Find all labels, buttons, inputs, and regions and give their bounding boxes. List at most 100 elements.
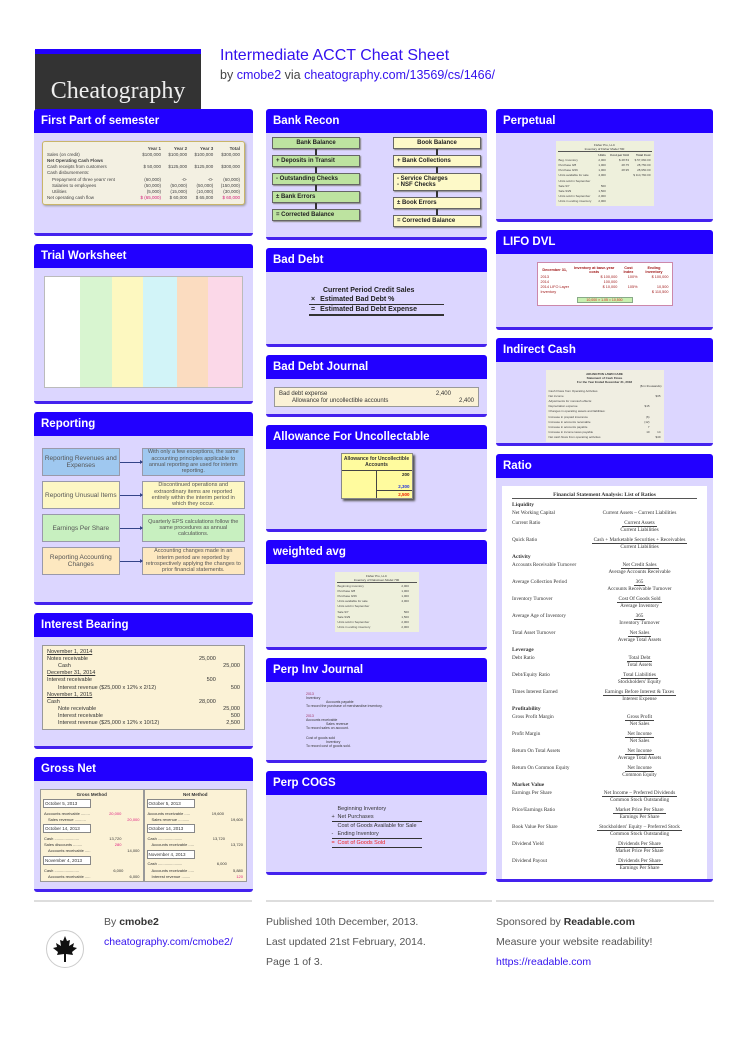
ratio-formula: Net Sales Average Total Assets bbox=[582, 630, 697, 643]
journal-credit bbox=[217, 670, 241, 677]
t-account-credit: 2,500 bbox=[376, 490, 412, 498]
ratio-denominator: Inventory Turnover bbox=[619, 620, 660, 626]
author-avatar[interactable] bbox=[46, 930, 84, 968]
cogs-term: Cost of Goods Sold bbox=[337, 840, 386, 846]
ratio-name: Debt/Equity Ratio bbox=[512, 672, 550, 678]
ratio-denominator: Current Liabilities bbox=[620, 527, 659, 533]
table-cell: $ 114,760.00 bbox=[633, 173, 651, 178]
journal-cell: 2,400 bbox=[435, 390, 451, 397]
journal-row: Interest revenue ($25,000 x 12% x 10/12)… bbox=[46, 720, 241, 727]
recon-box: ± Book Errors bbox=[393, 197, 481, 209]
panel-title: LIFO DVL bbox=[496, 230, 713, 254]
table-cell: 4,000 bbox=[598, 173, 606, 178]
journal-account: November 1, 2014 bbox=[47, 648, 93, 655]
ratio-item: Debt Ratio Total Debt Total Assets bbox=[512, 655, 697, 668]
column-header: Inventory at base-year costs bbox=[574, 265, 615, 274]
journal-debit: 25,000 bbox=[198, 655, 216, 662]
ratio-numerator: Net Income – Preferred Dividends bbox=[601, 790, 678, 797]
sponsor-link[interactable]: https://readable.com bbox=[496, 956, 591, 968]
panel-bad-debt-journal: Bad Debt Journal Bad debt expense 2,400 Al… bbox=[266, 355, 487, 417]
indirect-cash-table-image: ARLINGTON LAWN CARE Statement of Cash Fl… bbox=[545, 370, 664, 442]
ratio-name: Return On Common Equity bbox=[512, 765, 570, 771]
bad-debt-line: Current Period Credit Sales bbox=[309, 286, 444, 295]
reporting-description: With only a few exceptions, the same acc… bbox=[141, 448, 245, 476]
author-link[interactable]: cmobe2 bbox=[237, 68, 281, 82]
panel-title: Ratio bbox=[496, 454, 713, 478]
ratio-numerator: 365 bbox=[633, 613, 646, 620]
net-method: Net Method October 5, 2013 Accounts receiv… bbox=[143, 789, 247, 883]
ratio-name: Total Asset Turnover bbox=[512, 630, 556, 636]
journal-account: Cash bbox=[58, 662, 71, 669]
author-profile-link[interactable]: cheatography.com/cmobe2/ bbox=[104, 936, 233, 948]
arrow-icon bbox=[119, 525, 143, 530]
ratio-denominator: Average Total Assets bbox=[617, 637, 662, 643]
ratio-formula: Stockholders' Equity – Preferred Stock Co… bbox=[582, 824, 697, 837]
reporting-row: Reporting Revenues and Expenses With only… bbox=[42, 448, 245, 476]
panel-title: weighted avg bbox=[266, 540, 487, 564]
ratio-item: Price/Earnings Ratio Market Price Per Sha… bbox=[512, 807, 697, 820]
page-title[interactable]: Intermediate ACCT Cheat Sheet bbox=[220, 47, 449, 65]
ratio-item: Gross Profit Margin Gross Profit Net Sales bbox=[512, 714, 697, 727]
ratio-item: Total Asset Turnover Net Sales Average Tot… bbox=[512, 630, 697, 643]
ratio-numerator: 365 bbox=[633, 579, 646, 586]
journal-row: Cash 28,000 bbox=[46, 698, 241, 705]
table-cell: $ 60,000 bbox=[222, 195, 240, 201]
ratio-name: Book Value Per Share bbox=[512, 824, 558, 830]
journal-row: Interest receivable 500 bbox=[46, 713, 241, 720]
journal-account: December 31, 2014 bbox=[47, 670, 96, 677]
ratio-name: Return On Total Assets bbox=[512, 748, 561, 754]
entry-cell: 19,600 bbox=[230, 816, 243, 822]
journal-credit bbox=[217, 677, 241, 684]
table-cell: $ 65,000 bbox=[195, 195, 214, 201]
entry-cell: 14,000 bbox=[127, 848, 140, 854]
entry-cell bbox=[212, 873, 228, 879]
arrow-icon bbox=[119, 558, 143, 563]
method-heading: Net Method bbox=[183, 792, 208, 797]
footer-publish-info: Published 10th December, 2013. Last upda… bbox=[266, 900, 492, 972]
panel-bank-recon: Bank Recon Bank Balance + Deposits in Tra… bbox=[266, 109, 487, 240]
book-balance-column: Book Balance + Bank Collections - Service … bbox=[393, 137, 481, 227]
ratio-denominator: Total Assets bbox=[626, 662, 653, 668]
panel-title: Interest Bearing bbox=[34, 613, 253, 637]
panel-title: Bank Recon bbox=[266, 109, 487, 133]
ratio-name: Times Interest Earned bbox=[512, 689, 558, 695]
journal-row: Interest receivable 500 bbox=[46, 677, 241, 684]
ratio-formula: Dividends Per Share Earnings Per Share bbox=[582, 858, 697, 871]
ratio-name: Debt Ratio bbox=[512, 655, 535, 661]
ratio-name: Dividend Payout bbox=[512, 858, 548, 864]
panel-interest-bearing: Interest Bearing November 1, 2014 Notes r… bbox=[34, 613, 253, 749]
maple-leaf-icon bbox=[53, 936, 77, 962]
journal-row: Allowance for uncollectible accounts 2,40… bbox=[278, 397, 475, 404]
journal-row: November 1, 2015 bbox=[46, 691, 241, 698]
sheet-url-link[interactable]: cheatography.com/13569/cs/1466/ bbox=[304, 68, 495, 82]
journal-row: Cash 25,000 bbox=[46, 662, 241, 669]
operator-icon: × bbox=[311, 296, 316, 303]
arrow-icon bbox=[119, 492, 143, 497]
journal-debit: 500 bbox=[206, 677, 216, 684]
ratio-item: Average Collection Period 365 Accounts Rec… bbox=[512, 579, 697, 592]
perpetual-table: Units Cost per Unit Total Cost Beg. Invento… bbox=[558, 152, 652, 204]
recon-box: Bank Balance bbox=[272, 137, 360, 149]
ratio-numerator: Dividends Per Share bbox=[616, 841, 663, 848]
entry-cell bbox=[104, 848, 122, 854]
entry-line: Sales revenue .......... 19,600 bbox=[147, 816, 245, 822]
ratio-formula: 365 Inventory Turnover bbox=[582, 613, 697, 626]
ratio-section-heading: Profitability bbox=[512, 706, 541, 712]
table-row: Purchase 9/26 1,000 28.95 28,950.00 bbox=[558, 168, 652, 173]
ratio-formula: Cash + Marketable Securities + Receivabl… bbox=[582, 537, 697, 550]
table-cell: 2,000 bbox=[598, 199, 606, 204]
ratio-item: Quick Ratio Cash + Marketable Securities … bbox=[512, 537, 697, 550]
page-subtitle: by cmobe2 via cheatography.com/13569/cs/… bbox=[220, 68, 495, 82]
ratio-item: Profit Margin Net Income Net Sales bbox=[512, 731, 697, 744]
ratio-formula: Market Price Per Share Earnings Per Share bbox=[582, 807, 697, 820]
entry-cell bbox=[206, 816, 225, 822]
table-cell: Inventory bbox=[540, 290, 557, 295]
panel-perp-inv-journal: Perp Inv Journal 2013 Inventory Accounts p… bbox=[266, 658, 487, 763]
table-header-row: December 31, Inventory at base-year costs… bbox=[540, 265, 670, 274]
entry-memo: To record sales on account. bbox=[306, 726, 349, 730]
journal-cell: Bad debt expense bbox=[279, 390, 328, 397]
ratio-numerator: Gross Profit bbox=[624, 714, 655, 721]
panel-title: Bad Debt Journal bbox=[266, 355, 487, 379]
published-date: Published 10th December, 2013. bbox=[266, 916, 419, 928]
t-account-credit: 2,300 bbox=[398, 484, 410, 489]
